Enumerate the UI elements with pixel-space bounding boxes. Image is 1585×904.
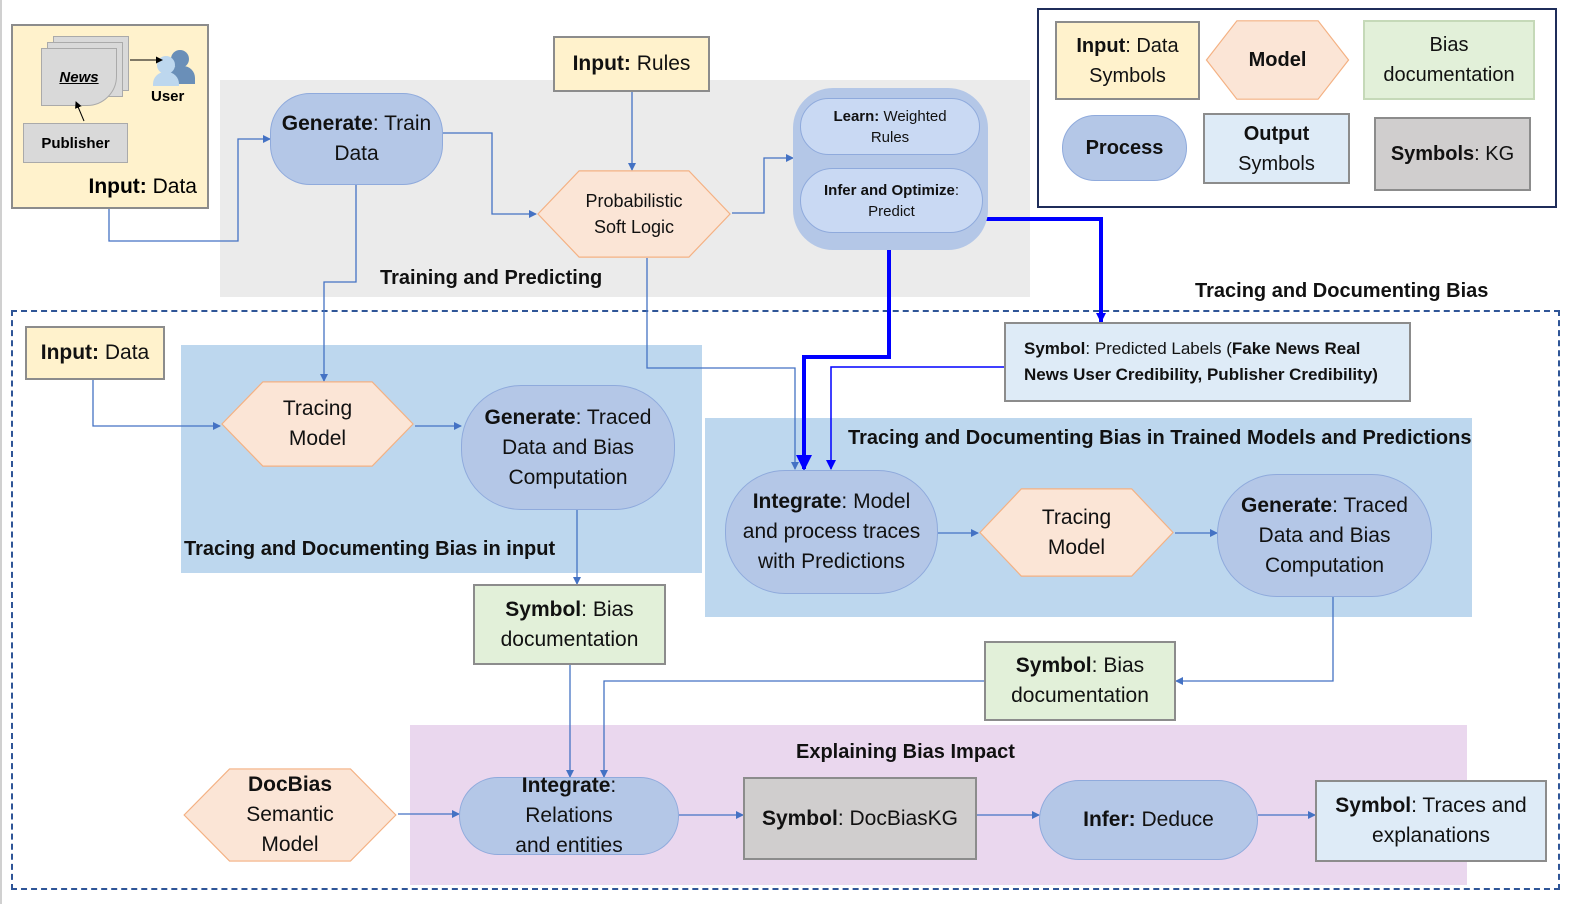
node-text: Bias documentation [1383,34,1515,86]
node-bold: Generate [484,405,576,429]
legend-output: Output Symbols [1203,113,1350,184]
training-section-label: Training and Predicting [380,267,603,289]
docbias-model-node: DocBias Semantic Model [182,768,398,862]
node-text: Probabilistic Soft Logic [585,191,683,237]
diagram: News User Publisher Input: Data Input: R… [0,0,1585,904]
node-text: Data [99,341,150,364]
node-bold: Symbol [1335,794,1412,817]
node-bold: Learn: [833,107,880,125]
explaining-section-label: Explaining Bias Impact [796,741,1015,763]
node-bold: Input [1076,34,1126,57]
psl-model-node: Probabilistic Soft Logic [536,170,732,258]
generate-traced-node: Generate: Traced Data and Bias Computati… [461,385,675,510]
node-bold: Infer: [1083,808,1136,831]
node-text: Model [1248,49,1307,71]
node-bold: Integrate [752,490,842,513]
node-text: : KG [1474,143,1515,165]
page-left-border [0,0,2,904]
predicted-labels-node: Symbol: Predicted Labels (Fake News Real… [1004,322,1411,402]
user-label: User [151,88,185,105]
node-bold: Infer and Optimize [823,181,955,199]
input-section-label: Tracing and Documenting Bias in input [184,538,556,560]
node-text: Tracing Model [1041,505,1112,559]
news-label: News [59,68,99,86]
legend-input: Input: Data Symbols [1055,21,1200,100]
legend-bias-documentation: Bias documentation [1363,20,1535,100]
publisher-box: Publisher [23,123,128,163]
input-data-box: News User Publisher Input: Data [11,24,209,209]
node-bold: Symbol [1015,654,1092,677]
tracing-model-node: Tracing Model [220,381,415,467]
generate-train-data-node: Generate: Train Data [270,93,443,185]
node-bold: Input: [572,52,631,75]
generate-traced-node-2: Generate: Traced Data and Bias Computati… [1217,474,1432,597]
node-bold: Integrate [521,774,611,797]
integrate-model-node: Integrate: Model and process traces with… [725,470,938,594]
node-text: Weighted Rules [870,107,947,146]
node-text: Deduce [1135,808,1214,831]
node-bold: Input: [40,341,100,364]
node-text: Process [1085,137,1164,159]
news-document-icon: News [41,36,131,106]
tracing-section-label: Tracing and Documenting Bias [1195,280,1489,302]
learn-weighted-rules-node: Learn: Weighted Rules [800,98,980,155]
legend-process: Process [1062,115,1187,181]
node-text: Semantic Model [246,803,334,856]
node-text: Rules [630,52,691,75]
node-bold: Output [1243,122,1310,145]
node-bold: Symbol [1024,339,1086,358]
input-rest: Data [146,175,197,198]
node-bold: Symbols [1390,143,1475,165]
tracing-model-node-2: Tracing Model [978,488,1175,577]
integrate-relations-node: Integrate: Relations and entities [459,774,679,857]
node-text: : Predicted Labels ( [1085,339,1232,358]
traces-explanations-node: Symbol: Traces and explanations [1315,780,1547,862]
trained-section-label: Tracing and Documenting Bias in Trained … [848,427,1472,449]
node-bold: DocBias [247,773,333,796]
input-bold: Input: [88,175,147,198]
infer-optimize-node: Infer and Optimize: Predict [800,168,983,233]
docbiaskg-node: Symbol: DocBiasKG [743,777,977,860]
input-data-label: Input: Data [88,175,197,199]
legend-symbols-kg: Symbols: KG [1374,117,1531,191]
bias-doc-node-2: Symbol: Bias documentation [984,641,1176,721]
node-bold: Generate [1241,493,1333,517]
bias-doc-node-1: Symbol: Bias documentation [473,584,666,665]
node-bold: Symbol [505,597,582,621]
node-text: Tracing Model [282,397,353,450]
legend-model: Model [1205,20,1350,100]
user-icon [153,48,195,88]
node-text: Symbols [1238,152,1315,175]
node-bold: Generate [281,112,373,135]
node-text: : DocBiasKG [837,806,959,830]
input-data-node-2: Input: Data [25,326,165,380]
node-bold: Symbol [761,806,838,830]
infer-deduce-node: Infer: Deduce [1039,780,1258,860]
input-rules-node: Input: Rules [553,36,710,92]
